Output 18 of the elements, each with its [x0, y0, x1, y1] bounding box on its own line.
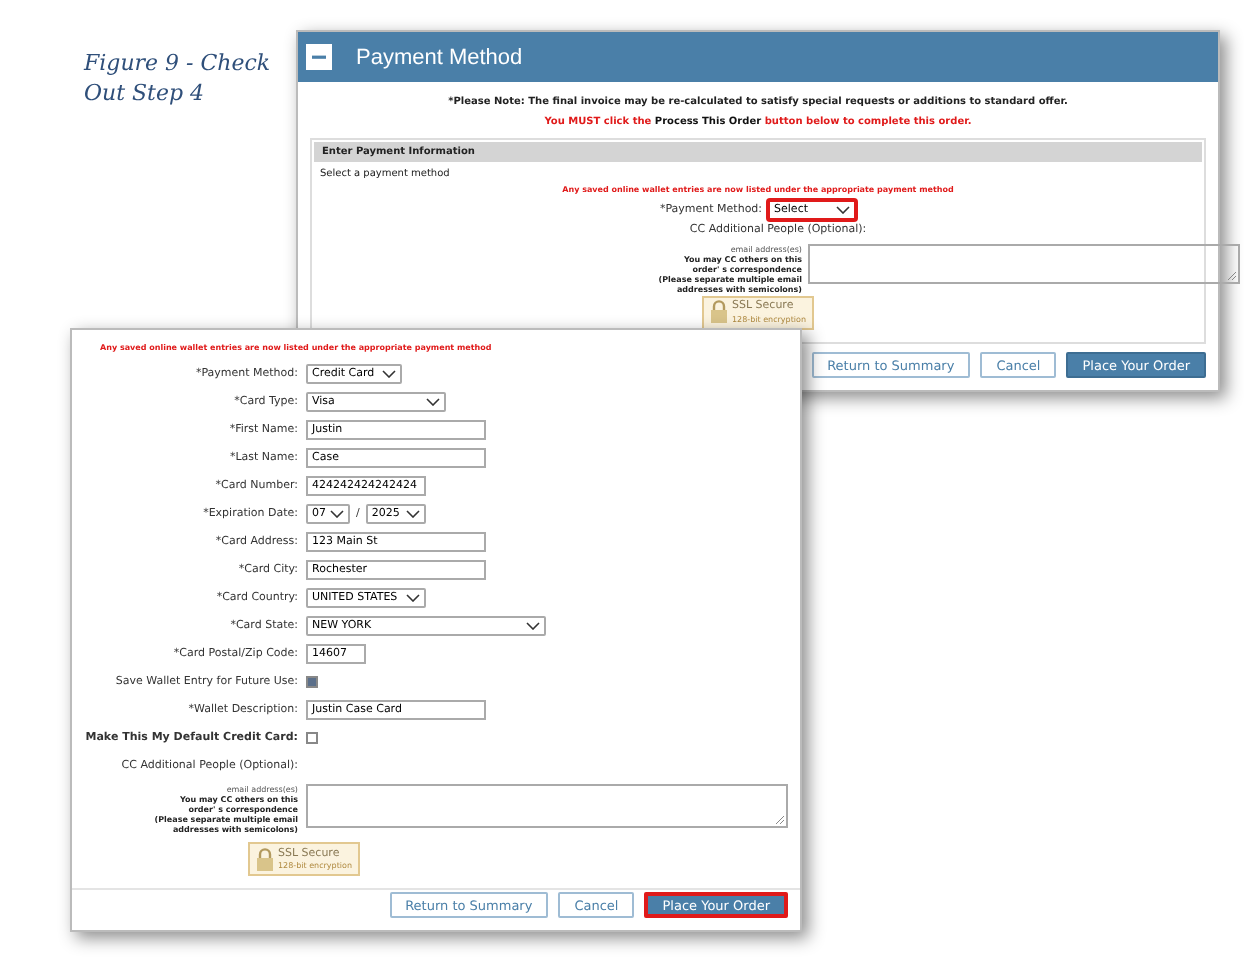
chevron-icon: [382, 370, 396, 378]
chevron-icon: [330, 510, 344, 518]
chevron-icon: [836, 206, 851, 214]
email-textarea[interactable]: [306, 784, 788, 828]
email-textarea[interactable]: [808, 243, 1240, 283]
window-title: Payment Method: [356, 45, 523, 69]
checkbox[interactable]: [306, 676, 318, 688]
figure-caption: Figure 9 - Check Out Step 4: [84, 48, 273, 108]
chevron-icon: [526, 622, 540, 630]
chevron-icon: [426, 398, 440, 406]
collapse-icon[interactable]: [306, 44, 332, 70]
resize-grip-icon[interactable]: [1228, 271, 1236, 279]
chevron-icon: [405, 510, 420, 518]
checkbox[interactable]: [306, 732, 318, 744]
lock-icon: [710, 300, 728, 324]
resize-grip-icon[interactable]: [776, 816, 784, 824]
lock-icon: [256, 847, 274, 871]
chevron-icon: [406, 594, 420, 602]
